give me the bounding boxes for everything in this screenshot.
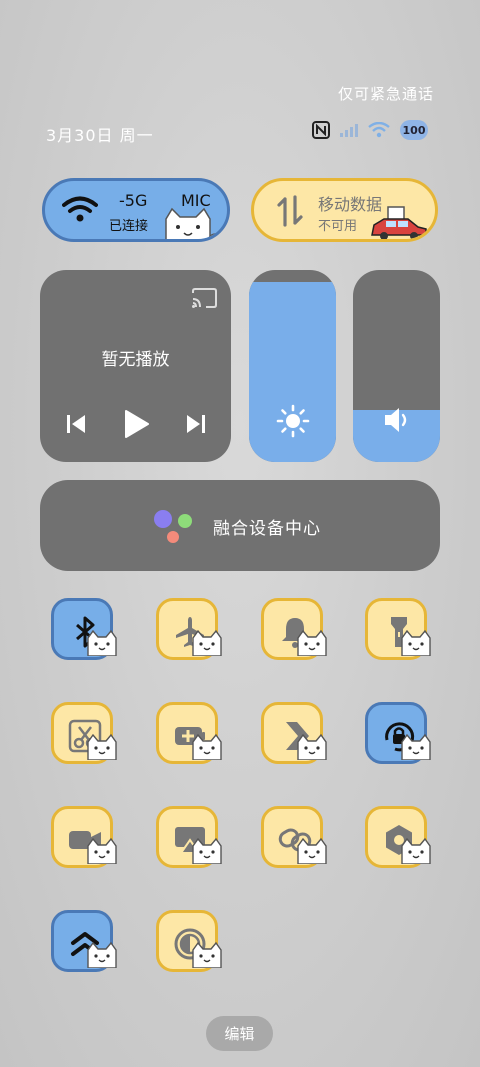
cat-mascot-icon xyxy=(295,733,329,764)
device-center-dots-icon xyxy=(154,510,192,543)
date-label: 3月30日 周一 xyxy=(46,126,154,145)
wifi-icon xyxy=(62,196,98,222)
settings-toggle[interactable] xyxy=(365,806,431,868)
next-track-icon[interactable] xyxy=(186,414,206,434)
edit-button[interactable]: 编辑 xyxy=(206,1016,273,1051)
emergency-call-text: 仅可紧急通话 xyxy=(337,85,434,103)
media-title: 暂无播放 xyxy=(101,350,170,370)
sun-icon xyxy=(276,404,310,438)
cat-mascot-icon xyxy=(85,629,119,660)
rotation-lock-toggle[interactable] xyxy=(365,702,431,764)
screen-record-toggle[interactable] xyxy=(51,806,117,868)
previous-track-icon[interactable] xyxy=(66,414,86,434)
cast-icon[interactable] xyxy=(190,287,218,309)
mobile-data-status: 不可用 xyxy=(318,219,358,234)
cat-mascot-icon xyxy=(295,837,329,868)
link-toggle[interactable] xyxy=(261,806,327,868)
cat-mascot-icon xyxy=(190,837,224,868)
dark-mode-toggle[interactable] xyxy=(156,910,222,972)
flashlight-toggle[interactable] xyxy=(365,598,431,660)
transfer-toggle[interactable] xyxy=(261,702,327,764)
wifi-status: 已连接 xyxy=(109,219,149,234)
battery-saver-toggle[interactable] xyxy=(156,702,222,764)
brightness-slider[interactable] xyxy=(249,270,336,462)
screen-cast-toggle[interactable] xyxy=(156,806,222,868)
cell-signal-icon xyxy=(340,123,358,137)
speaker-icon xyxy=(385,408,407,432)
cat-mascot-icon xyxy=(85,837,119,868)
device-center-label: 融合设备中心 xyxy=(213,519,321,539)
mobile-data-toggle[interactable]: 移动数据 不可用 xyxy=(251,178,438,242)
ring-mode-toggle[interactable] xyxy=(261,598,327,660)
data-arrows-icon xyxy=(277,195,303,227)
device-center-card[interactable]: 融合设备中心 xyxy=(40,480,440,571)
performance-toggle[interactable] xyxy=(51,910,117,972)
screenshot-toggle[interactable] xyxy=(51,702,117,764)
cat-mascot-icon xyxy=(85,941,119,972)
bluetooth-toggle[interactable] xyxy=(51,598,117,660)
airplane-mode-toggle[interactable] xyxy=(156,598,222,660)
cat-mascot-icon xyxy=(399,837,433,868)
play-icon[interactable] xyxy=(124,409,150,439)
cat-mascot-icon xyxy=(190,733,224,764)
cat-mascot-icon xyxy=(190,941,224,972)
nfc-icon xyxy=(312,121,330,139)
wifi-status-icon xyxy=(368,122,390,138)
cat-mascot-icon xyxy=(399,629,433,660)
battery-indicator: 100 xyxy=(400,120,428,140)
wifi-toggle[interactable]: -5G MIC 已连接 xyxy=(42,178,230,242)
cat-mascot-icon xyxy=(165,207,224,239)
cat-mascot-icon xyxy=(295,629,329,660)
cat-mascot-icon xyxy=(399,733,433,764)
media-player-card[interactable]: 暂无播放 xyxy=(40,270,231,462)
cat-car-mascot-icon xyxy=(371,206,434,239)
status-icons: 100 xyxy=(312,120,428,140)
cat-mascot-icon xyxy=(85,733,119,764)
volume-slider[interactable] xyxy=(353,270,440,462)
cat-mascot-icon xyxy=(190,629,224,660)
wifi-ssid: -5G xyxy=(119,191,148,210)
